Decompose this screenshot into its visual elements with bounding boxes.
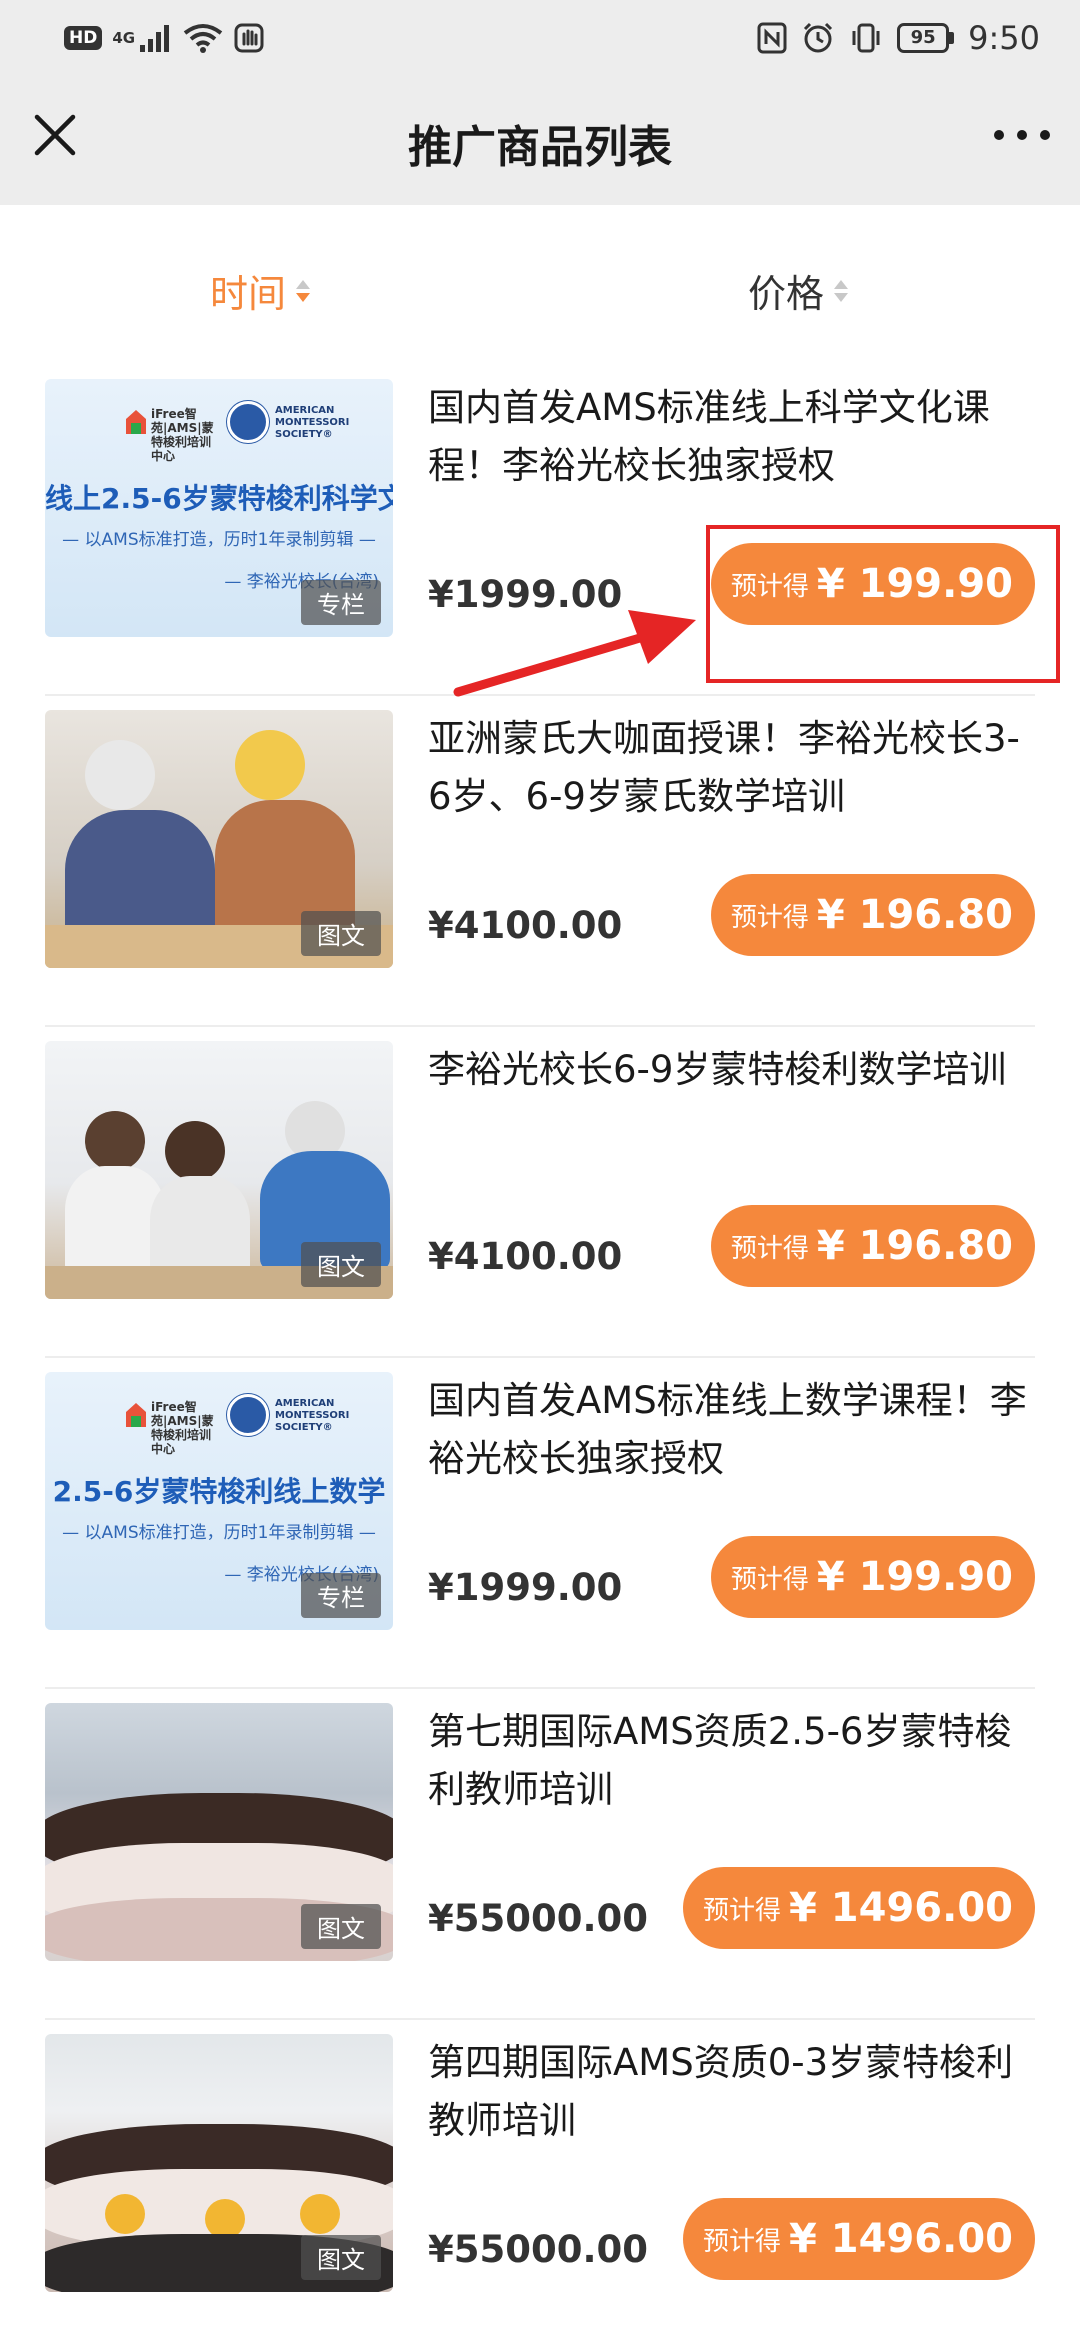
content-type-tag: 图文 <box>301 2235 381 2280</box>
annotation-highlight-box <box>706 525 1060 683</box>
commission-button[interactable]: 预计得 ¥ 1496.00 <box>683 2198 1035 2280</box>
product-price: ¥1999.00 <box>428 1566 623 1609</box>
hand-icon <box>234 23 264 53</box>
wifi-icon <box>183 24 223 53</box>
ams-logo-icon <box>227 1394 269 1436</box>
banner-logos: iFree智苑|AMS|蒙特梭利培训中心 AMERICAN MONTESSORI… <box>45 397 393 465</box>
banner-subtitle: — 以AMS标准打造，历时1年录制剪辑 — <box>62 1523 376 1543</box>
commission-amount: ¥ 1496.00 <box>789 2216 1013 2262</box>
product-item[interactable]: 图文 第七期国际AMS资质2.5-6岁蒙特梭利教师培训 ¥55000.00 预计… <box>0 1689 1080 2020</box>
sort-by-time[interactable]: 时间 <box>210 263 311 318</box>
sort-by-price[interactable]: 价格 <box>748 263 849 318</box>
ams-logo-text: AMERICAN MONTESSORI SOCIETY® <box>275 1398 350 1433</box>
product-title: 李裕光校长6-9岁蒙特梭利数学培训 <box>428 1048 1007 1091</box>
status-right: 95 9:50 <box>757 18 1040 58</box>
content-type-tag: 专栏 <box>301 580 381 625</box>
product-price: ¥55000.00 <box>428 2228 649 2271</box>
nav-bar: 推广商品列表 <box>0 75 1080 205</box>
commission-amount: ¥ 196.80 <box>816 1223 1013 1269</box>
battery-icon: 95 <box>897 23 955 53</box>
commission-label: 预计得 <box>703 1895 782 1926</box>
commission-label: 预计得 <box>730 1564 809 1595</box>
product-thumbnail: iFree智苑|AMS|蒙特梭利培训中心 AMERICAN MONTESSORI… <box>45 379 393 637</box>
product-thumbnail: 图文 <box>45 1041 393 1299</box>
product-item[interactable]: iFree智苑|AMS|蒙特梭利培训中心 AMERICAN MONTESSORI… <box>0 1358 1080 1689</box>
banner-logos: iFree智苑|AMS|蒙特梭利培训中心 AMERICAN MONTESSORI… <box>45 1390 393 1458</box>
content-type-tag: 专栏 <box>301 1573 381 1618</box>
product-title: 第七期国际AMS资质2.5-6岁蒙特梭利教师培训 <box>428 1710 1012 1811</box>
battery-level: 95 <box>897 23 950 53</box>
vibrate-icon <box>852 23 880 53</box>
clock: 9:50 <box>968 19 1040 57</box>
commission-button[interactable]: 预计得 ¥ 196.80 <box>710 874 1035 956</box>
ifree-org-text: iFree智苑|AMS|蒙特梭利培训中心 <box>151 407 214 463</box>
product-item[interactable]: 图文 李裕光校长6-9岁蒙特梭利数学培训 ¥4100.00 预计得 ¥ 196.… <box>0 1027 1080 1358</box>
content-type-tag: 图文 <box>301 911 381 956</box>
commission-label: 预计得 <box>730 902 809 933</box>
status-left: HD 4G <box>64 20 265 56</box>
signal-icon <box>140 25 170 52</box>
content-type-tag: 图文 <box>301 1242 381 1287</box>
nfc-icon <box>757 22 787 54</box>
product-price: ¥55000.00 <box>428 1897 649 1940</box>
commission-button[interactable]: 预计得 ¥ 199.90 <box>710 1536 1035 1618</box>
product-title: 亚洲蒙氏大咖面授课！李裕光校长3-6岁、6-9岁蒙氏数学培训 <box>428 717 1020 818</box>
commission-amount: ¥ 199.90 <box>816 1554 1013 1600</box>
product-item[interactable]: 图文 亚洲蒙氏大咖面授课！李裕光校长3-6岁、6-9岁蒙氏数学培训 ¥4100.… <box>0 696 1080 1027</box>
product-title: 第四期国际AMS资质0-3岁蒙特梭利教师培训 <box>428 2041 1014 2142</box>
product-price: ¥4100.00 <box>428 904 623 947</box>
ifree-org-text: iFree智苑|AMS|蒙特梭利培训中心 <box>151 1400 214 1456</box>
ifree-logo-icon <box>126 1403 146 1427</box>
product-thumbnail: 图文 <box>45 1703 393 1961</box>
sort-time-label: 时间 <box>210 272 287 316</box>
commission-amount: ¥ 1496.00 <box>789 1885 1013 1931</box>
commission-button[interactable]: 预计得 ¥ 196.80 <box>710 1205 1035 1287</box>
product-thumbnail: iFree智苑|AMS|蒙特梭利培训中心 AMERICAN MONTESSORI… <box>45 1372 393 1630</box>
ams-logo-text: AMERICAN MONTESSORI SOCIETY® <box>275 405 350 440</box>
sort-arrows-icon <box>834 279 849 302</box>
status-bar: HD 4G 95 9:50 <box>0 0 1080 75</box>
sort-bar: 时间 价格 <box>0 205 1080 365</box>
sort-arrows-icon <box>296 279 311 302</box>
product-title: 国内首发AMS标准线上数学课程！李裕光校长独家授权 <box>428 1379 1027 1480</box>
hd-badge: HD <box>64 26 103 50</box>
banner-title: 线上2.5-6岁蒙特梭利科学文化 <box>45 482 393 515</box>
content-type-tag: 图文 <box>301 1904 381 1949</box>
more-options-icon[interactable] <box>994 115 1050 155</box>
commission-amount: ¥ 196.80 <box>816 892 1013 938</box>
banner-subtitle: — 以AMS标准打造，历时1年录制剪辑 — <box>62 530 376 550</box>
sort-price-label: 价格 <box>748 272 825 316</box>
page-title: 推广商品列表 <box>408 122 672 173</box>
ams-logo-icon <box>227 401 269 443</box>
product-thumbnail: 图文 <box>45 710 393 968</box>
product-price: ¥1999.00 <box>428 573 623 616</box>
product-price: ¥4100.00 <box>428 1235 623 1278</box>
commission-label: 预计得 <box>703 2226 782 2257</box>
product-title: 国内首发AMS标准线上科学文化课程！李裕光校长独家授权 <box>428 386 990 487</box>
product-thumbnail: 图文 <box>45 2034 393 2292</box>
banner-title: 2.5-6岁蒙特梭利线上数学 <box>52 1475 386 1508</box>
commission-button[interactable]: 预计得 ¥ 1496.00 <box>683 1867 1035 1949</box>
commission-label: 预计得 <box>730 1233 809 1264</box>
alarm-icon <box>804 22 833 53</box>
product-item[interactable]: 图文 第四期国际AMS资质0-3岁蒙特梭利教师培训 ¥55000.00 预计得 … <box>0 2020 1080 2340</box>
network-type: 4G <box>112 29 136 47</box>
ifree-logo-icon <box>126 410 146 434</box>
